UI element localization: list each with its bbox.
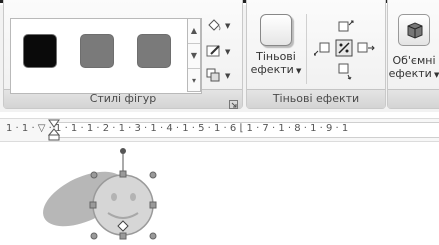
gallery-more-icon[interactable]: ▾ bbox=[188, 69, 200, 93]
shape-styles-gallery bbox=[10, 18, 202, 94]
chevron-down-icon: ▼ bbox=[225, 22, 231, 30]
chevron-down-icon: ▼ bbox=[225, 72, 231, 80]
chevron-down-icon: ▼ bbox=[225, 48, 231, 56]
nudge-down-icon[interactable] bbox=[338, 63, 352, 80]
change-shape-icon bbox=[206, 68, 220, 82]
resize-handle-bottom[interactable] bbox=[119, 232, 127, 240]
style-swatch-black[interactable] bbox=[23, 34, 57, 68]
style-swatch-gray-1[interactable] bbox=[80, 34, 114, 68]
gallery-scrollbar[interactable]: ▲ ▼ ▾ bbox=[187, 18, 201, 92]
resize-handle-top-right[interactable] bbox=[149, 171, 157, 179]
change-shape-button[interactable]: ▼ bbox=[205, 66, 239, 86]
effects-3d-button[interactable]: Об'ємні ефекти ▼ bbox=[388, 14, 439, 82]
smiley-left-eye bbox=[111, 193, 117, 201]
effects-3d-line1: Об'ємні bbox=[392, 54, 436, 67]
effects-3d-line2: ефекти bbox=[388, 67, 432, 80]
shadow-toggle-icon[interactable] bbox=[335, 39, 353, 57]
shadow-nudge-cluster bbox=[313, 18, 378, 84]
shadow-square-icon bbox=[260, 14, 292, 46]
resize-handle-top-left[interactable] bbox=[90, 171, 98, 179]
shadow-effects-button[interactable]: Тіньові ефекти ▼ bbox=[250, 14, 302, 78]
resize-handle-bottom-left[interactable] bbox=[90, 232, 98, 240]
shape-outline-button[interactable]: ▼ bbox=[205, 42, 239, 62]
scroll-down-icon[interactable]: ▼ bbox=[188, 44, 200, 69]
document-canvas bbox=[0, 141, 439, 241]
scroll-up-icon[interactable]: ▲ bbox=[188, 19, 200, 44]
effects-3d-group-label bbox=[388, 89, 439, 108]
paint-bucket-icon bbox=[208, 19, 221, 31]
indent-marker[interactable] bbox=[47, 119, 61, 141]
horizontal-ruler[interactable]: 1 · 1 · ▽ · 1 · 1 · 1 · 2 · 1 · 3 · 1 · … bbox=[0, 118, 439, 142]
dialog-launcher-icon[interactable] bbox=[229, 95, 239, 109]
ribbon: Стилі фігур ▲ ▼ ▾ ▼ ▼ ▼ Тіньові ефекти Т… bbox=[0, 0, 439, 112]
chevron-down-icon: ▼ bbox=[293, 67, 302, 75]
shadow-effects-line2: ефекти bbox=[250, 63, 294, 76]
shadow-effects-group-label: Тіньові ефекти bbox=[247, 89, 385, 108]
shape-fill-button[interactable]: ▼ bbox=[205, 16, 239, 36]
group-divider bbox=[306, 14, 307, 84]
chevron-down-icon: ▼ bbox=[431, 71, 439, 79]
resize-handle-right[interactable] bbox=[149, 201, 157, 209]
shadow-effects-line1: Тіньові bbox=[256, 50, 296, 63]
nudge-left-icon[interactable] bbox=[313, 42, 330, 56]
rotation-handle[interactable] bbox=[120, 148, 126, 154]
cube-icon bbox=[398, 14, 430, 46]
nudge-up-icon[interactable] bbox=[338, 20, 354, 32]
resize-handle-bottom-right[interactable] bbox=[149, 232, 157, 240]
style-swatch-gray-2[interactable] bbox=[137, 34, 171, 68]
nudge-right-icon[interactable] bbox=[357, 42, 375, 53]
smiley-shape-selection[interactable] bbox=[0, 141, 439, 241]
resize-handle-left[interactable] bbox=[89, 201, 97, 209]
pen-outline-icon bbox=[206, 45, 220, 57]
smiley-right-eye bbox=[130, 193, 136, 201]
resize-handle-top[interactable] bbox=[119, 170, 127, 178]
